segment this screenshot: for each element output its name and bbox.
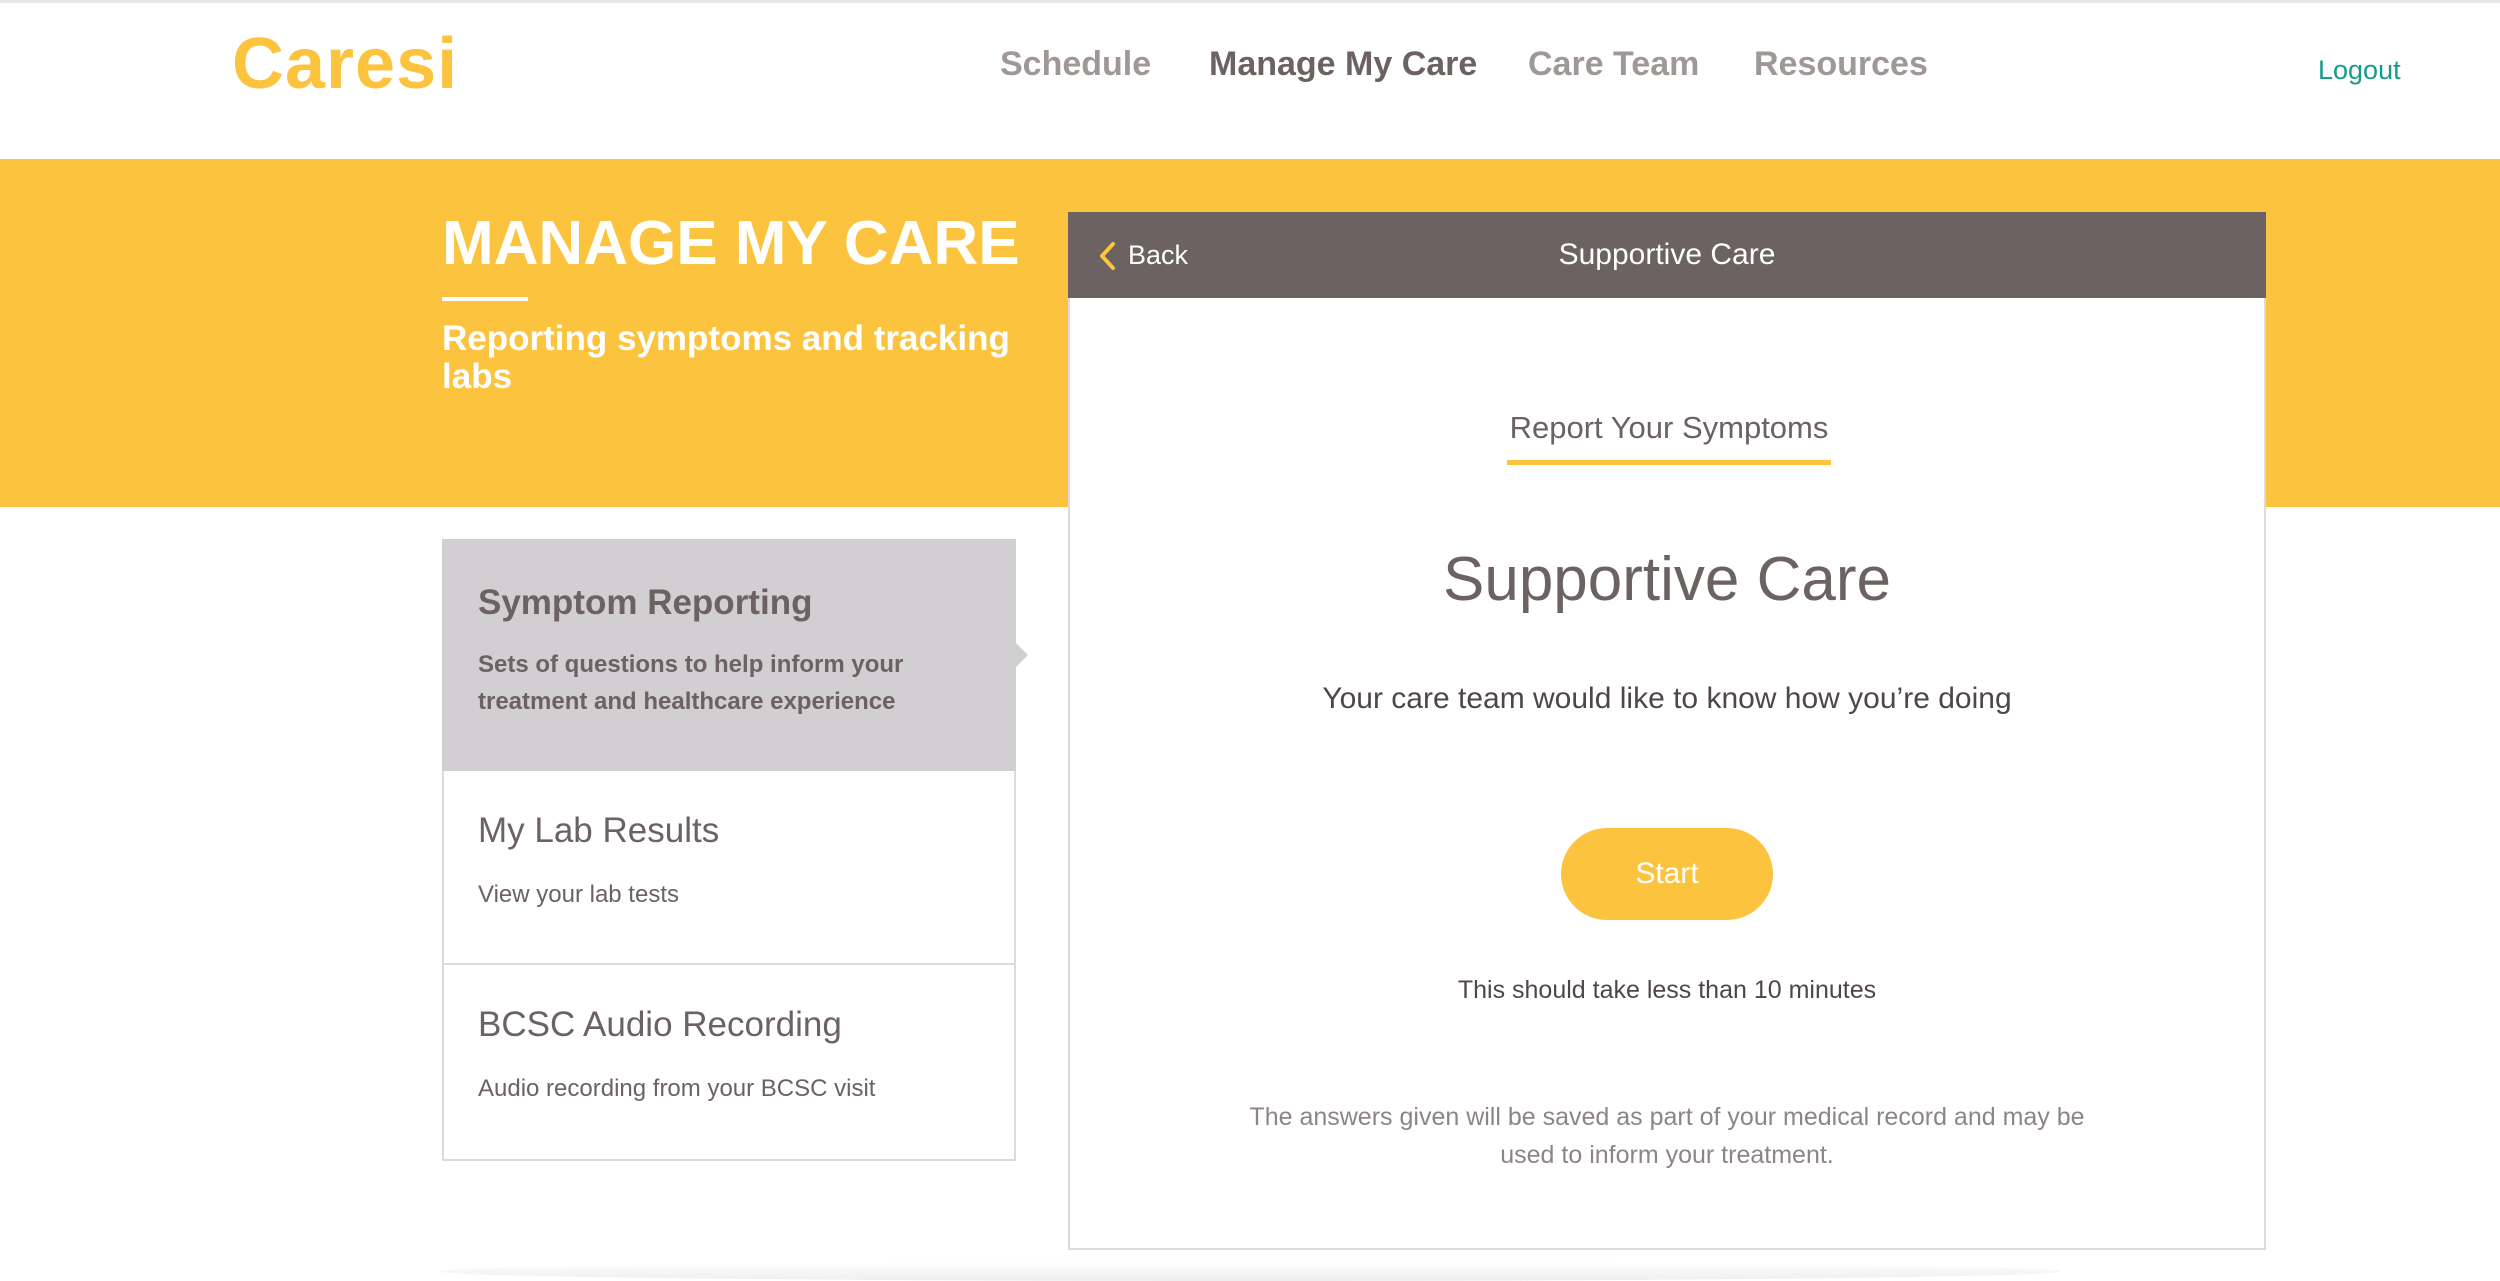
title-divider (442, 297, 528, 301)
nav-care-team[interactable]: Care Team (1528, 45, 1699, 84)
survey-heading: Supportive Care (1442, 545, 1892, 614)
panel-title: Supportive Care (1558, 238, 1776, 271)
sidebar-item-symptom-reporting[interactable]: Symptom Reporting Sets of questions to h… (442, 539, 1028, 771)
sidebar-item-description: Sets of questions to help inform your tr… (478, 651, 904, 715)
sidebar-item-title: BCSC Audio Recording (478, 1005, 842, 1044)
footer-shadow (440, 1262, 2060, 1281)
medical-record-disclaimer: The answers given will be saved as part … (1249, 1103, 2085, 1169)
tab-report-symptoms[interactable]: Report Your Symptoms (1070, 410, 2268, 446)
sidebar-item-description: View your lab tests (478, 881, 679, 908)
nav-manage-my-care[interactable]: Manage My Care (1209, 45, 1477, 84)
logout-link[interactable]: Logout (2318, 55, 2401, 86)
survey-lead: Your care team would like to know how yo… (1322, 682, 2012, 715)
sidebar-item-audio-recording[interactable]: BCSC Audio Recording Audio recording fro… (442, 965, 1016, 1161)
page-title: MANAGE MY CARE (442, 209, 1020, 278)
active-pointer (1014, 641, 1028, 669)
tab-active-underline (1507, 460, 1831, 465)
sidebar-item-title: My Lab Results (478, 811, 720, 850)
caresi-logo[interactable]: Caresi (232, 23, 458, 105)
supportive-care-panel: Back Supportive Care Report Your Symptom… (1068, 212, 2266, 1250)
page-subtitle: Reporting symptoms and tracking labs (442, 319, 1010, 396)
sidebar-item-title: Symptom Reporting (478, 583, 813, 622)
nav-resources[interactable]: Resources (1754, 45, 1928, 84)
start-button[interactable]: Start (1561, 828, 1773, 920)
site-header: Caresi Schedule Manage My Care Care Team… (0, 3, 2500, 159)
nav-schedule[interactable]: Schedule (1000, 45, 1151, 84)
sidebar-item-description: Audio recording from your BCSC visit (478, 1075, 876, 1102)
panel-header: Back Supportive Care (1068, 212, 2266, 298)
care-sidebar: Symptom Reporting Sets of questions to h… (442, 539, 1028, 1161)
duration-note: This should take less than 10 minutes (1457, 976, 1877, 1004)
sidebar-item-lab-results[interactable]: My Lab Results View your lab tests (442, 771, 1016, 965)
